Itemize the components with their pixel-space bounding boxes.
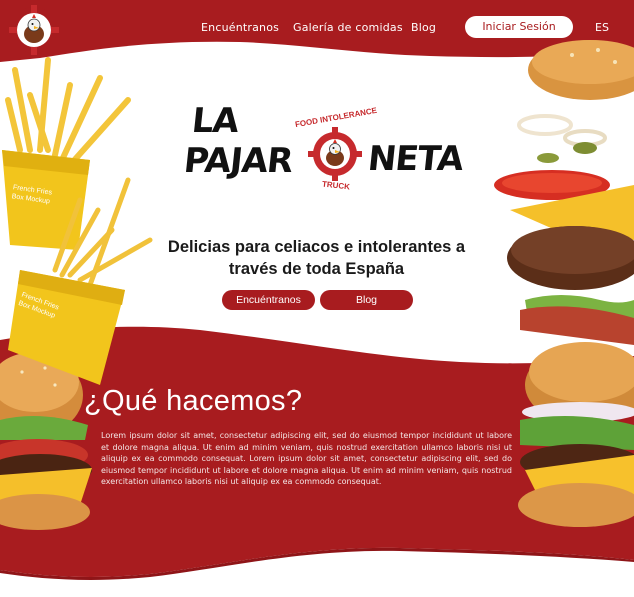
login-button[interactable]: Iniciar Sesión [465,16,573,38]
brand-word-pajar: PAJAR [181,141,295,181]
brand-word-neta: NETA [365,139,465,179]
top-navigation: Encuéntranos Galería de comidas Blog Ini… [0,0,634,56]
brand-logo: LA PAJAR NETA FOOD INTOLERANCE TRUCK [180,95,470,205]
hero-encuentranos-button[interactable]: Encuéntranos [222,290,315,310]
rooster-gear-icon [308,127,362,181]
landing-page: French Fries Box Mockup French Fries Box… [0,0,634,597]
hero-blog-button[interactable]: Blog [320,290,413,310]
hero-tagline: Delicias para celiacos e intolerantes a … [167,238,466,278]
section-title: ¿Qué hacemos? [84,385,303,417]
rooster-gear-icon[interactable] [9,5,59,55]
nav-link-encuentranos[interactable]: Encuéntranos [201,21,279,34]
section-body-text: Lorem ipsum dolor sit amet, consectetur … [101,431,512,487]
nav-link-blog[interactable]: Blog [411,21,436,34]
language-selector[interactable]: ES [595,21,609,34]
nav-link-galeria[interactable]: Galería de comidas [293,21,403,34]
fries-and-burger-left [0,57,153,530]
brand-word-la: LA [189,101,241,141]
